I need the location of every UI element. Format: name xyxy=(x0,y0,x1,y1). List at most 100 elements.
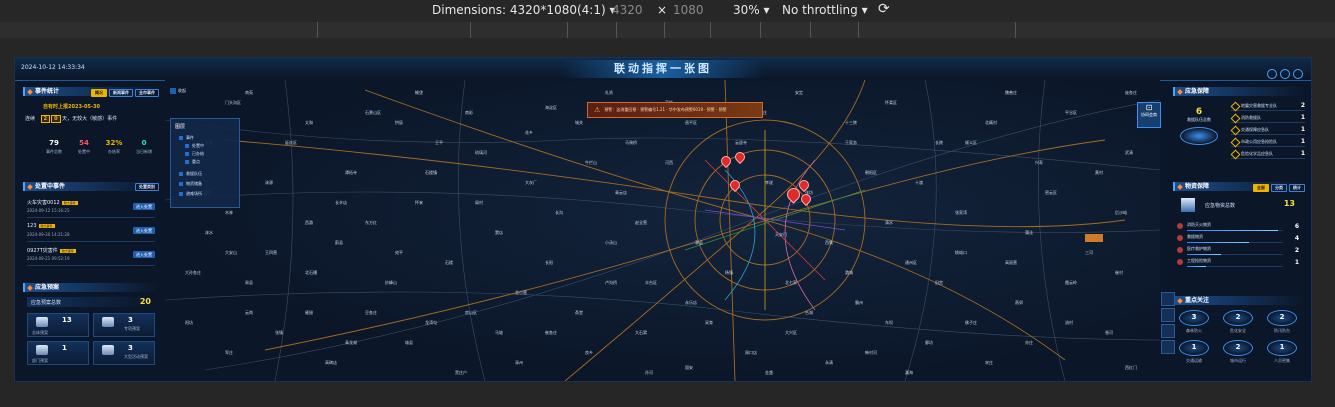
place-label: 西红门 xyxy=(1125,365,1137,370)
cooperation-button[interactable]: ⊡ 协同会商 xyxy=(1137,102,1161,128)
list-item[interactable]: 火车灾害0012 较大事件 2024-09-12 15:16:25 进入处置 xyxy=(27,196,155,218)
stat-total: 79 事件总数 xyxy=(46,139,62,154)
settings-icon[interactable] xyxy=(1280,69,1290,79)
tab-category[interactable]: 分类 xyxy=(1271,184,1287,192)
legend-item[interactable]: 已办结 xyxy=(185,151,204,157)
material-row[interactable]: 消防灭火物资 6 xyxy=(1175,222,1299,233)
zoom-out-button[interactable] xyxy=(1161,308,1175,322)
plan-card[interactable]: 1 部门预案 xyxy=(27,341,89,365)
category-filter[interactable]: 处置类别 xyxy=(135,183,159,191)
handle-button[interactable]: 进入处置 xyxy=(133,227,155,234)
focus-item[interactable]: 3 森林防火 xyxy=(1175,310,1213,338)
place-label: 香河 xyxy=(1105,330,1113,335)
locate-button[interactable] xyxy=(1161,324,1175,338)
place-label: 庞各庄 xyxy=(1125,90,1137,95)
rescue-teams-panel: 应急保障 6 救援队伍总数 地震灾害救援专业队 2 消防救援队 1 交通保障应急队 1… xyxy=(1173,87,1305,160)
materials-panel: 物资保障 全部 分类 统计 应急物资总数 13 消防灭火物资 6 救援物资 4 医疗救护… xyxy=(1173,182,1305,267)
rotate-icon[interactable]: ⟳ xyxy=(878,1,890,17)
plan-card[interactable]: 13 总体预案 xyxy=(27,313,89,337)
throttling-select[interactable]: No throttling ▾ xyxy=(782,3,868,17)
place-label: 亦庄 xyxy=(1025,340,1033,345)
place-label: 密云区 xyxy=(1045,190,1057,195)
place-label: 阳坊 xyxy=(185,320,193,325)
place-label: 延庆区 xyxy=(285,140,297,145)
tab-city[interactable]: 全市事件 xyxy=(135,89,159,97)
team-row[interactable]: 地震灾害救援专业队 2 xyxy=(1230,101,1305,112)
place-label: 龙湾屯 xyxy=(425,320,437,325)
place-label: 北小营 xyxy=(515,290,527,295)
zoom-select[interactable]: 30% ▾ xyxy=(733,3,770,17)
legend-item[interactable]: 救援队伍 xyxy=(179,171,202,177)
material-row[interactable]: 救援物资 4 xyxy=(1175,234,1299,245)
place-label: 潭柘寺 xyxy=(345,170,357,175)
place-label: 宋庄 xyxy=(985,360,993,365)
team-row[interactable]: 交通保障应急队 1 xyxy=(1230,125,1305,136)
legend-item[interactable]: 事件 xyxy=(179,135,194,141)
dashboard-screen: 2024-10-12 14:33:34 联动指挥一张图 天安门 门头沟区 石景山… xyxy=(14,57,1312,382)
material-row[interactable]: 工程抢险物资 1 xyxy=(1175,258,1299,269)
list-item[interactable]: 0927T灾害件 较大事件 2024-09-21 09:52:19 进入处置 xyxy=(27,244,155,266)
team-row[interactable]: 危险化学品应急队 1 xyxy=(1230,149,1305,160)
dimensions-select[interactable]: Dimensions: 4320*1080(4:1) ▾ xyxy=(432,3,616,17)
place-label: 怀柔区 xyxy=(885,100,897,105)
place-label: 斋堂 xyxy=(575,310,583,315)
message-icon[interactable] xyxy=(1267,69,1277,79)
place-label: 城关 xyxy=(575,120,583,125)
focus-item[interactable]: 1 人员密集 xyxy=(1263,340,1301,368)
place-label: 张镇 xyxy=(275,330,283,335)
focus-item[interactable]: 2 防汛防台 xyxy=(1263,310,1301,338)
materials-title: 物资保障 全部 分类 统计 xyxy=(1173,182,1305,192)
place-label: 豆各庄 xyxy=(365,310,377,315)
tab-news[interactable]: 新闻事件 xyxy=(109,89,133,97)
width-input[interactable]: 4320 xyxy=(612,3,643,17)
focus-item[interactable]: 2 危化安全 xyxy=(1219,310,1257,338)
focus-item[interactable]: 1 交通运输 xyxy=(1175,340,1213,368)
handle-button[interactable]: 进入处置 xyxy=(133,251,155,258)
place-label: 长阳 xyxy=(545,260,553,265)
conference-icon: ⊡ xyxy=(1145,103,1153,112)
material-row[interactable]: 医疗救护物资 2 xyxy=(1175,246,1299,257)
medical-icon xyxy=(1177,247,1183,253)
place-label: 石景山区 xyxy=(365,110,381,115)
rescue-teams-title: 应急保障 xyxy=(1173,87,1305,96)
layers-button[interactable] xyxy=(1161,340,1175,354)
legend-item[interactable]: 物资储备 xyxy=(179,181,202,187)
place-label: 三河 xyxy=(1085,250,1093,255)
plans-panel: 应急预案 应急预案总数 20 13 总体预案 3 专项预案 1 部门预案 3 大型活动预… xyxy=(23,283,159,365)
stat-handling: 54 处置中 xyxy=(78,139,90,154)
place-label: 东坝 xyxy=(885,320,893,325)
height-input[interactable]: 1080 xyxy=(673,3,704,17)
legend-item[interactable]: 重点 xyxy=(185,159,200,165)
place-label: 潞城 xyxy=(845,270,853,275)
focus-item[interactable]: 2 城市运行 xyxy=(1219,340,1257,368)
team-row[interactable]: 市政公用应急抢险队 1 xyxy=(1230,137,1305,148)
plan-card[interactable]: 3 专项预案 xyxy=(93,313,155,337)
place-label: 韩村河 xyxy=(865,350,877,355)
map[interactable]: 天安门 门头沟区 石景山区 海淀区 丰台区 房山区 大兴区 通州区 朝阳区 昌平… xyxy=(165,80,1161,381)
plan-card[interactable]: 3 大型活动预案 xyxy=(93,341,155,365)
legend-item[interactable]: 避难场所 xyxy=(179,191,202,197)
document-icon xyxy=(102,317,114,327)
warehouse-icon xyxy=(1181,198,1195,212)
alert-banner[interactable]: ⚠ 预警：这测重回预 · 预警编号1.21 · 华中发布预警0019 · 预警 ·… xyxy=(587,102,763,118)
place-label: 朝阳区 xyxy=(865,170,877,175)
place-label: 小汤山 xyxy=(605,240,617,245)
legend-item[interactable]: 处置中 xyxy=(185,143,204,149)
place-label: 琉璃河 xyxy=(475,150,487,155)
tab-stat[interactable]: 统计 xyxy=(1289,184,1305,192)
place-label: 南苑 xyxy=(245,90,253,95)
zoom-in-button[interactable] xyxy=(1161,292,1175,306)
place-label: 廊坊 xyxy=(925,340,933,345)
handle-button[interactable]: 进入处置 xyxy=(133,203,155,210)
capital-label: 天安门 xyxy=(775,232,787,237)
place-label: 长陵 xyxy=(935,140,943,145)
place-label: 妙峰山 xyxy=(385,280,397,285)
tab-all[interactable]: 全部 xyxy=(1253,184,1269,192)
tab-overview[interactable]: 概况 xyxy=(91,89,107,97)
user-icon[interactable] xyxy=(1293,69,1303,79)
legend-title: 图层 xyxy=(175,124,186,130)
team-row[interactable]: 消防救援队 1 xyxy=(1230,113,1305,124)
collapse-toggle[interactable]: 收起 xyxy=(170,88,186,94)
map-poi-badge[interactable] xyxy=(1085,234,1103,242)
list-item[interactable]: 123 较大事件 2024-09-30 14:21:28 进入处置 xyxy=(27,220,155,242)
